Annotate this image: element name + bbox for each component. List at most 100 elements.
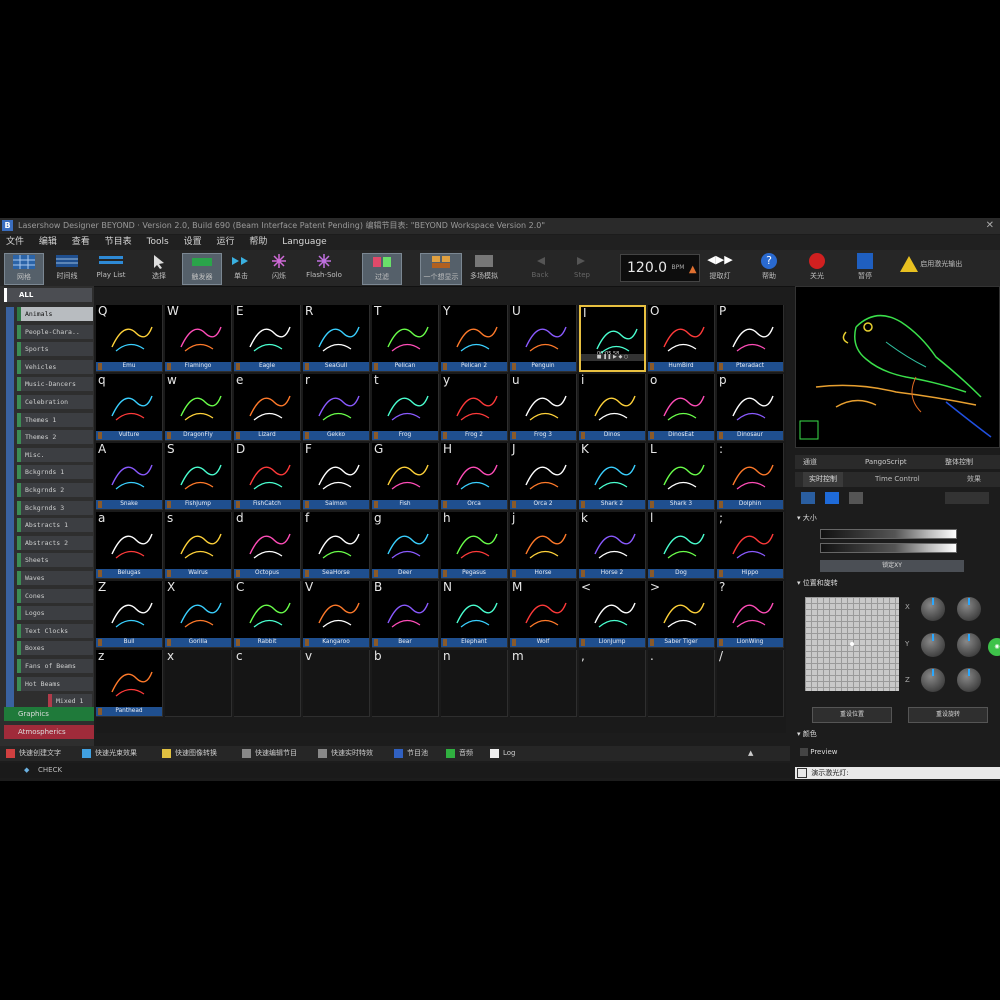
cue-cell[interactable]: Z Bull xyxy=(96,581,163,648)
lock-xy-button[interactable]: 锁定XY xyxy=(820,560,964,572)
close-icon[interactable]: ✕ xyxy=(986,218,994,234)
cue-cell[interactable]: ? LionWing xyxy=(717,581,784,648)
cue-cell[interactable]: T Pelican xyxy=(372,305,439,372)
cue-cell[interactable]: J Orca 2 xyxy=(510,443,577,510)
category-item[interactable]: Themes 2 xyxy=(17,430,93,445)
tab-audio[interactable]: 音频 xyxy=(446,746,473,761)
tab-show-pool[interactable]: 节目池 xyxy=(394,746,428,761)
x-rotation-knob[interactable] xyxy=(957,597,981,621)
laser-output-button[interactable]: 启用激光输出 xyxy=(900,256,994,286)
cue-cell[interactable]: M Wolf xyxy=(510,581,577,648)
tab-effects[interactable]: 效果 xyxy=(967,472,981,487)
menu-edit[interactable]: 编辑 xyxy=(33,235,63,250)
cue-cell[interactable]: G Fish xyxy=(372,443,439,510)
flash-solo-button[interactable]: Flash-Solo xyxy=(300,253,348,283)
cue-cell[interactable]: R SeaGull xyxy=(303,305,370,372)
cue-cell[interactable]: n xyxy=(441,650,508,717)
single-click-button[interactable]: 单击 xyxy=(224,253,258,283)
cue-cell[interactable]: p Dinosaur xyxy=(717,374,784,441)
category-item[interactable]: Bckgrnds 3 xyxy=(17,500,93,515)
tab-overall-control[interactable]: 整体控制 xyxy=(945,455,973,469)
green-status-indicator[interactable]: ◉ xyxy=(988,638,1000,656)
cue-cell[interactable]: e Lizard xyxy=(234,374,301,441)
reset-rotation-button[interactable]: 重设旋转 xyxy=(908,707,988,723)
category-item[interactable]: Text Clocks xyxy=(17,623,93,638)
cue-cell[interactable]: / xyxy=(717,650,784,717)
menu-view[interactable]: 查看 xyxy=(66,235,96,250)
category-item[interactable]: Sports xyxy=(17,342,93,357)
category-group-0[interactable]: Graphics xyxy=(4,707,94,721)
cue-cell[interactable]: F Salmon xyxy=(303,443,370,510)
tab-quick-beam[interactable]: 快速光束效果 xyxy=(82,746,137,761)
category-item[interactable]: Vehicles xyxy=(17,359,93,374)
pointer-tool-icon[interactable] xyxy=(801,492,815,504)
cue-cell[interactable]: : Dolphin xyxy=(717,443,784,510)
menu-file[interactable]: 文件 xyxy=(0,235,30,250)
cue-cell[interactable]: x xyxy=(165,650,232,717)
category-item[interactable]: Bckgrnds 1 xyxy=(17,465,93,480)
cue-cell[interactable]: l Dog xyxy=(648,512,715,579)
category-all[interactable]: ALL xyxy=(4,288,92,302)
cue-cell[interactable]: q Vulture xyxy=(96,374,163,441)
tab-quick-image[interactable]: 快速图像转换 xyxy=(162,746,217,761)
blackout-button[interactable]: 关光 xyxy=(802,253,832,283)
category-item[interactable]: Boxes xyxy=(17,641,93,656)
size-section-header[interactable]: ▾ 大小 xyxy=(797,513,987,523)
cue-cell[interactable]: m xyxy=(510,650,577,717)
category-item[interactable]: Animals xyxy=(17,307,93,321)
category-group-1[interactable]: Atmospherics xyxy=(4,725,94,739)
frame-tool-icon[interactable] xyxy=(825,492,839,504)
cue-cell[interactable]: c xyxy=(234,650,301,717)
cue-cell[interactable]: r Gekko xyxy=(303,374,370,441)
cue-cell[interactable]: L Shark 3 xyxy=(648,443,715,510)
tab-log[interactable]: Log xyxy=(490,746,516,761)
tab-pangoscript[interactable]: PangoScript xyxy=(865,455,907,469)
category-item[interactable]: Bckgrnds 2 xyxy=(17,483,93,497)
category-item[interactable]: Misc. xyxy=(17,447,93,462)
cue-cell[interactable]: U Penguin xyxy=(510,305,577,372)
cue-cell[interactable]: k Horse 2 xyxy=(579,512,646,579)
size-slider-1[interactable] xyxy=(820,529,957,539)
cue-cell[interactable]: . xyxy=(648,650,715,717)
cue-cell[interactable]: j Horse xyxy=(510,512,577,579)
size-slider-2[interactable] xyxy=(820,543,957,553)
cue-cell[interactable]: t Frog xyxy=(372,374,439,441)
cue-cell[interactable]: < LionJump xyxy=(579,581,646,648)
select-button[interactable]: 选择 xyxy=(142,253,176,283)
pause-button[interactable]: 暂停 xyxy=(850,253,880,283)
back-button[interactable]: Back xyxy=(524,253,556,283)
menu-help[interactable]: 帮助 xyxy=(243,235,273,250)
cue-cell[interactable]: s Walrus xyxy=(165,512,232,579)
cue-cell[interactable]: y Frog 2 xyxy=(441,374,508,441)
category-item[interactable]: Logos xyxy=(17,606,93,621)
menu-language[interactable]: Language xyxy=(276,235,332,250)
y-position-knob[interactable] xyxy=(921,633,945,657)
cue-cell[interactable]: f SeaHorse xyxy=(303,512,370,579)
cue-cell[interactable]: V Kangaroo xyxy=(303,581,370,648)
cue-cell[interactable]: a Belugas xyxy=(96,512,163,579)
z-position-knob[interactable] xyxy=(921,668,945,692)
single-display-button[interactable]: 一个想显示 xyxy=(420,253,462,285)
cue-cell[interactable]: H Orca xyxy=(441,443,508,510)
x-position-knob[interactable] xyxy=(921,597,945,621)
trigger-button[interactable]: 触发器 xyxy=(182,253,222,285)
cue-cell[interactable]: C Rabbit xyxy=(234,581,301,648)
category-item[interactable]: Celebration xyxy=(17,395,93,409)
cue-cell[interactable]: i Dinos xyxy=(579,374,646,441)
position-section-header[interactable]: ▾ 位置和旋转 xyxy=(797,578,987,588)
tab-channel[interactable]: 通道 xyxy=(803,455,817,469)
cue-cell[interactable]: o DinosEat xyxy=(648,374,715,441)
cue-cell[interactable]: B Bear xyxy=(372,581,439,648)
apply-tool-icon[interactable] xyxy=(945,492,989,504)
cue-cell[interactable]: z Panthead xyxy=(96,650,163,717)
bpm-display[interactable]: 120.0 BPM ▲ xyxy=(620,254,700,282)
playlist-button[interactable]: Play List xyxy=(90,253,132,283)
timeline-button[interactable]: 时间线 xyxy=(48,253,86,283)
category-item[interactable]: Themes 1 xyxy=(17,412,93,427)
category-item[interactable]: Abstracts 1 xyxy=(17,518,93,533)
color-tool-icon[interactable] xyxy=(849,492,863,504)
category-item[interactable]: People-Chara.. xyxy=(17,324,93,339)
category-item[interactable]: Music-Dancers xyxy=(17,377,93,392)
category-item[interactable]: Cones xyxy=(17,588,93,603)
preview-checkbox[interactable] xyxy=(800,748,808,756)
